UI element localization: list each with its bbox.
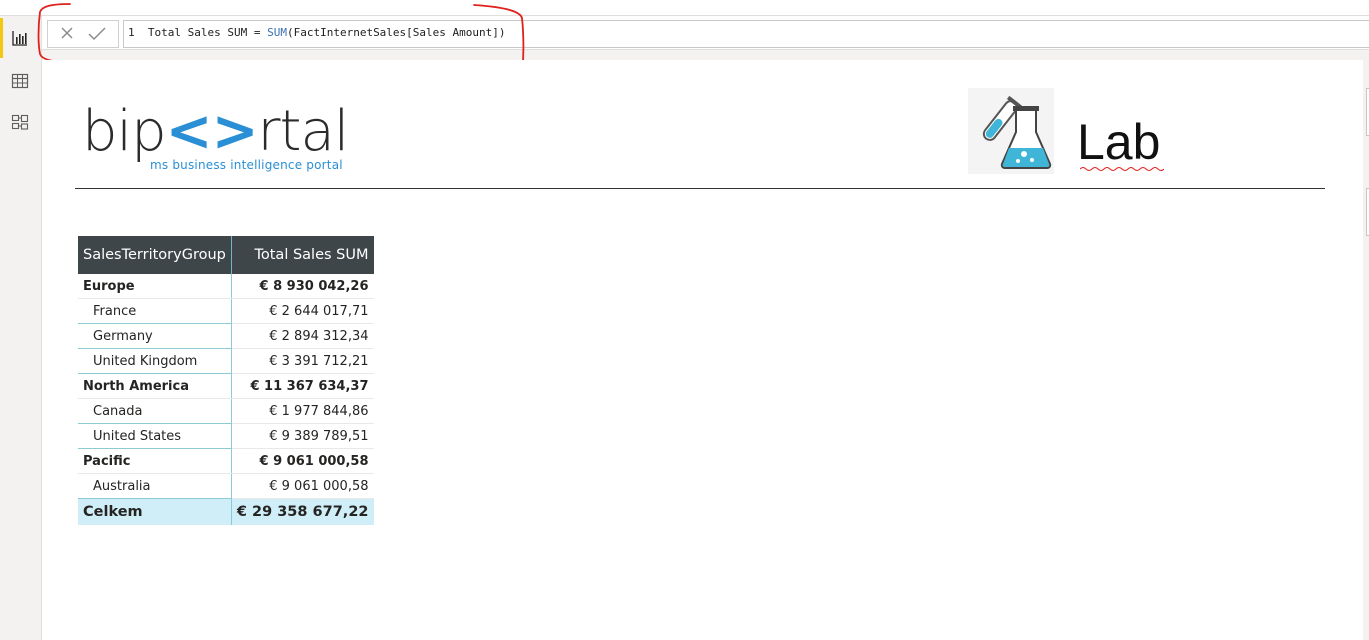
lab-image xyxy=(968,88,1054,174)
matrix-group-row[interactable]: Pacific € 9 061 000,58 xyxy=(78,448,374,474)
row-label: Germany xyxy=(78,323,232,349)
logo-part-2: rtal xyxy=(257,99,350,164)
lab-title: Lab xyxy=(1077,114,1161,170)
data-view-icon xyxy=(11,73,29,89)
matrix-child-row[interactable]: United Kingdom € 3 391 712,21 xyxy=(78,348,374,374)
row-label: France xyxy=(78,298,232,324)
row-value: € 2 894 312,34 xyxy=(231,323,374,349)
row-label: Australia xyxy=(78,473,232,499)
matrix-child-row[interactable]: Germany € 2 894 312,34 xyxy=(78,323,374,349)
row-label: Europe xyxy=(78,274,232,299)
row-value: € 1 977 844,86 xyxy=(231,398,374,424)
logo-part-1: bip xyxy=(82,99,167,164)
row-value: € 8 930 042,26 xyxy=(231,274,374,299)
spellcheck-underline xyxy=(1080,167,1164,171)
row-value: € 9 061 000,58 xyxy=(231,448,374,474)
report-view-icon xyxy=(12,31,27,46)
matrix-child-row[interactable]: Canada € 1 977 844,86 xyxy=(78,398,374,424)
flask-icon xyxy=(982,95,1052,169)
view-switcher xyxy=(0,16,42,640)
row-value: € 11 367 634,37 xyxy=(231,373,374,399)
header-divider xyxy=(75,188,1325,189)
row-label: United Kingdom xyxy=(78,348,232,374)
column-header-territory[interactable]: SalesTerritoryGroup xyxy=(78,236,232,274)
logo-tagline: ms business intelligence portal xyxy=(150,158,343,172)
row-label: Pacific xyxy=(78,448,232,474)
row-value: € 9 389 789,51 xyxy=(231,423,374,449)
row-value: € 2 644 017,71 xyxy=(231,298,374,324)
row-value: € 9 061 000,58 xyxy=(231,473,374,499)
right-pane-edge xyxy=(1363,60,1369,640)
matrix-child-row[interactable]: United States € 9 389 789,51 xyxy=(78,423,374,449)
model-view-icon xyxy=(11,114,29,130)
matrix-body: Europe € 8 930 042,26 France € 2 644 017,71… xyxy=(78,274,374,499)
total-value: € 29 358 677,22 xyxy=(231,498,374,525)
matrix-child-row[interactable]: France € 2 644 017,71 xyxy=(78,298,374,324)
total-label: Celkem xyxy=(78,498,232,525)
row-label: Canada xyxy=(78,398,232,424)
matrix-header-row: SalesTerritoryGroup Total Sales SUM xyxy=(78,236,374,274)
matrix-child-row[interactable]: Australia € 9 061 000,58 xyxy=(78,473,374,499)
model-view-button[interactable] xyxy=(0,102,41,142)
matrix-group-row[interactable]: North America € 11 367 634,37 xyxy=(78,373,374,399)
row-label: United States xyxy=(78,423,232,449)
biportal-logo: bip<>rtal ms business intelligence porta… xyxy=(82,101,349,176)
logo-bracket: <> xyxy=(165,99,259,164)
logo-wordmark: bip<>rtal xyxy=(82,99,350,164)
matrix-total-row: Celkem € 29 358 677,22 xyxy=(78,498,374,525)
row-label: North America xyxy=(78,373,232,399)
row-value: € 3 391 712,21 xyxy=(231,348,374,374)
column-header-total-sales[interactable]: Total Sales SUM xyxy=(231,236,374,274)
matrix-group-row[interactable]: Europe € 8 930 042,26 xyxy=(78,274,374,299)
sales-matrix[interactable]: SalesTerritoryGroup Total Sales SUM Euro… xyxy=(78,236,374,525)
